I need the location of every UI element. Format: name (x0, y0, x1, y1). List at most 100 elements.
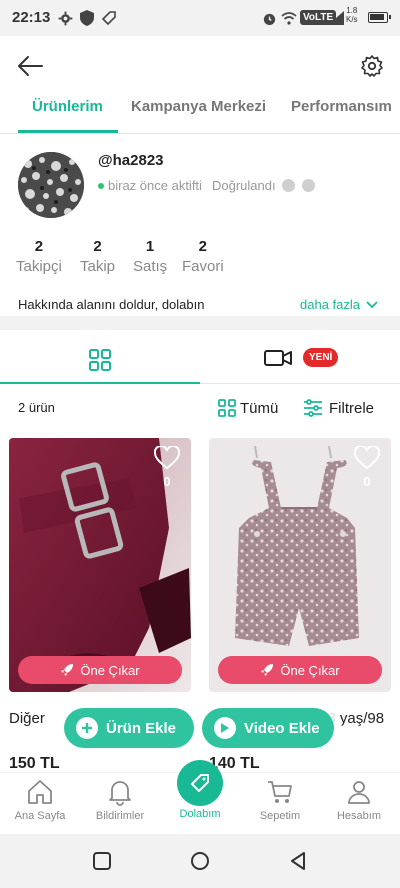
phone-verified-icon (302, 179, 315, 192)
stat-value: 2 (34, 238, 44, 255)
stat-favorites[interactable]: 2 Favori (182, 238, 224, 278)
home-system-button[interactable] (190, 851, 210, 871)
heart-icon[interactable] (153, 444, 181, 470)
rocket-icon (261, 664, 274, 676)
active-view-indicator (0, 382, 200, 384)
promote-label: Öne Çıkar (80, 662, 140, 678)
filter-button[interactable]: Filtrele (303, 397, 374, 419)
stat-label: Favori (182, 258, 224, 275)
add-product-label: Ürün Ekle (106, 719, 177, 737)
email-verified-icon (282, 179, 295, 192)
rocket-icon (61, 664, 74, 676)
user-icon (348, 781, 370, 804)
nav-home[interactable]: Ana Sayfa (5, 778, 75, 822)
active-tab-indicator (18, 130, 118, 133)
promote-label: Öne Çıkar (280, 662, 340, 678)
username: @ha2823 (98, 152, 164, 169)
home-icon (28, 780, 52, 804)
promote-button[interactable]: Öne Çıkar (18, 656, 182, 684)
more-link[interactable]: daha fazla (300, 297, 360, 312)
verified-text: Doğrulandı (212, 178, 276, 193)
filter-label: Filtrele (329, 399, 375, 417)
triangle-back-icon (291, 852, 305, 870)
heart-icon[interactable] (353, 444, 381, 470)
recent-apps-button[interactable] (92, 851, 112, 871)
add-video-button[interactable]: Video Ekle (202, 708, 334, 748)
nav-closet[interactable]: Dolabım (165, 808, 235, 820)
grid-icon (218, 399, 236, 417)
location-tag-icon (100, 9, 118, 27)
new-badge: YENİ (303, 348, 339, 367)
back-button[interactable] (16, 54, 44, 78)
wifi-icon (280, 9, 298, 27)
stat-sales[interactable]: 1 Satış (133, 238, 167, 278)
status-bar: 22:13 VoLTE 1.8 K/s (0, 0, 400, 36)
status-time: 22:13 (12, 9, 51, 26)
product-count: 2 ürün (18, 400, 55, 415)
plus-icon (76, 717, 98, 739)
stat-value: 2 (198, 238, 208, 255)
circle-icon (191, 852, 209, 870)
product-card[interactable]: 0 Öne Çıkar (9, 438, 191, 692)
online-status-dot (98, 183, 104, 189)
stat-value: 2 (93, 238, 102, 255)
settings-button[interactable] (360, 54, 384, 78)
tab-performansim[interactable]: Performansım (291, 98, 392, 115)
alarm-icon (260, 9, 278, 27)
stat-value: 1 (145, 238, 155, 255)
section-divider (0, 316, 400, 330)
video-camera-icon (264, 350, 292, 366)
top-tabs: Ürünlerim Kampanya Merkezi Performansım (0, 86, 400, 134)
nav-label: Hesabım (336, 810, 382, 822)
square-icon (93, 852, 111, 870)
add-video-label: Video Ekle (244, 719, 320, 737)
nav-label: Ana Sayfa (14, 810, 66, 822)
cart-icon (268, 781, 292, 803)
grid-icon (89, 349, 111, 371)
nav-account[interactable]: Hesabım (324, 778, 394, 822)
battery-icon (368, 12, 391, 23)
about-text: Hakkında alanını doldur, dolabın (18, 297, 205, 312)
network-speed: 1.8 K/s (346, 6, 358, 24)
all-categories-button[interactable]: Tümü (218, 397, 278, 419)
gear-icon (361, 55, 383, 77)
stat-followers[interactable]: 2 Takipçi (16, 238, 62, 278)
stat-following[interactable]: 2 Takip (80, 238, 115, 278)
nav-notifications[interactable]: Bildirimler (85, 778, 155, 822)
chevron-down-icon[interactable] (366, 298, 378, 310)
product-category: Diğer (9, 710, 45, 727)
grid-view-tab[interactable] (88, 348, 112, 372)
tab-urunlerim[interactable]: Ürünlerim (32, 98, 103, 115)
hanger-tag-icon (191, 774, 209, 792)
bell-icon (109, 781, 131, 806)
nav-closet-button[interactable] (177, 760, 223, 806)
arrow-left-icon (18, 56, 43, 76)
view-switcher (0, 330, 400, 384)
video-view-tab[interactable] (264, 349, 292, 367)
like-count: 0 (363, 474, 371, 489)
last-active-text: biraz önce aktifti (108, 178, 202, 193)
promote-button[interactable]: Öne Çıkar (218, 656, 382, 684)
gear-icon (56, 9, 74, 27)
nav-label: Sepetim (259, 810, 301, 822)
nav-label: Dolabım (179, 808, 221, 820)
back-system-button[interactable] (288, 851, 308, 871)
sliders-icon (304, 399, 322, 417)
nav-label: Bildirimler (95, 810, 145, 822)
network-speed-unit: K/s (346, 15, 358, 24)
avatar[interactable] (18, 152, 84, 218)
signal-icon (327, 9, 345, 27)
stat-label: Takip (80, 258, 116, 275)
product-price: 150 TL (9, 755, 60, 772)
stat-label: Takipçi (16, 258, 62, 275)
product-card[interactable]: 0 Öne Çıkar (209, 438, 391, 692)
stat-label: Satış (133, 258, 168, 275)
shield-icon (78, 9, 96, 27)
add-product-button[interactable]: Ürün Ekle (64, 708, 194, 748)
network-speed-value: 1.8 (346, 6, 358, 15)
nav-cart[interactable]: Sepetim (245, 778, 315, 822)
tab-kampanya-merkezi[interactable]: Kampanya Merkezi (131, 98, 266, 115)
all-label: Tümü (240, 399, 279, 417)
play-icon (214, 717, 236, 739)
like-count: 0 (163, 474, 171, 489)
